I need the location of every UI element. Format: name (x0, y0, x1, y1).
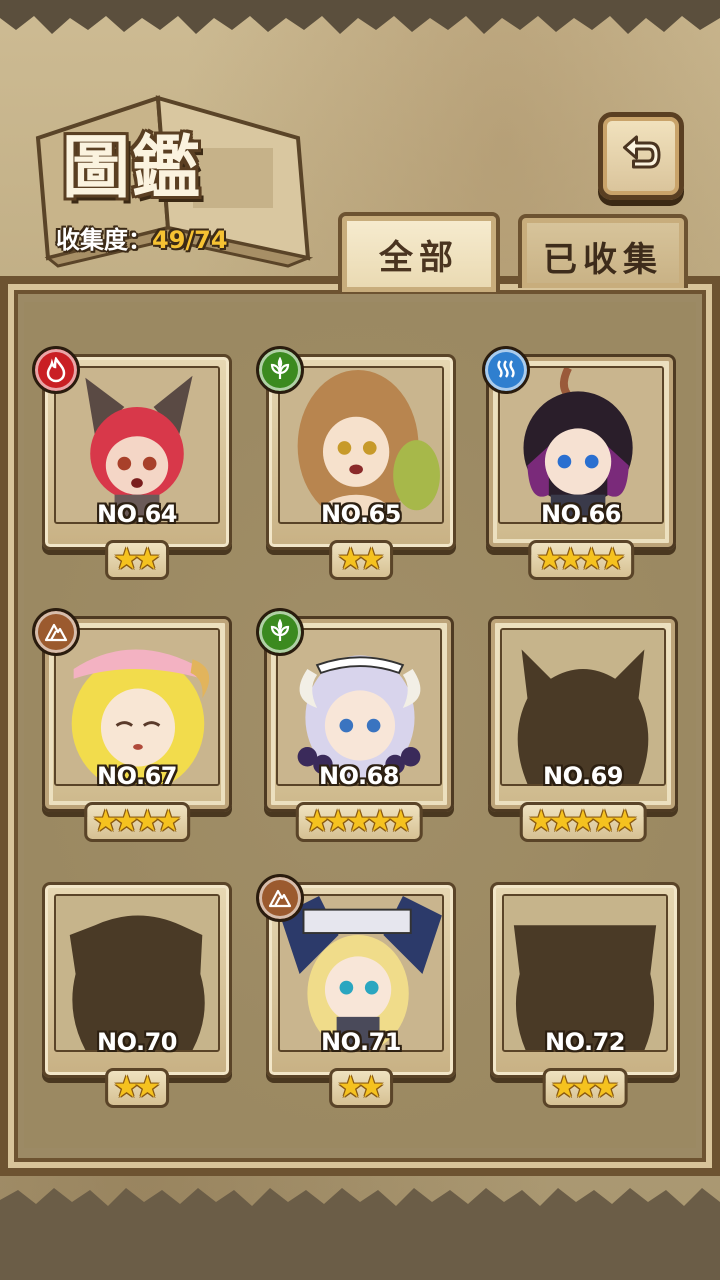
star-icon: ★ (611, 804, 639, 839)
card-number: NO.64 (97, 500, 177, 528)
fire-icon (32, 346, 80, 394)
star-rating: ★ ★ (329, 1068, 393, 1108)
star-icon: ★ (154, 804, 182, 839)
star-rating: ★ ★ (105, 540, 169, 580)
star-rating: ★ ★ ★ ★ (84, 802, 190, 842)
card-number: NO.65 (321, 500, 401, 528)
star-rating: ★ ★ (329, 540, 393, 580)
card-number: NO.72 (545, 1028, 625, 1056)
tab-all[interactable]: 全部 (338, 212, 500, 292)
star-rating: ★ ★ ★ ★ ★ (295, 802, 423, 842)
card-number: NO.67 (97, 762, 177, 790)
star-icon: ★ (387, 804, 415, 839)
card-no-69[interactable]: NO.69 ★ ★ ★ ★ ★ (488, 616, 678, 842)
card-number: NO.71 (321, 1028, 401, 1056)
mountain-icon (32, 608, 80, 656)
back-button[interactable] (598, 112, 684, 200)
star-icon: ★ (592, 1070, 620, 1105)
tab-collected[interactable]: 已收集 (518, 214, 688, 288)
star-icon: ★ (134, 1070, 161, 1105)
card-number: NO.69 (543, 762, 623, 790)
leaf-icon (256, 608, 304, 656)
water-icon (482, 346, 530, 394)
star-rating: ★ ★ (105, 1068, 169, 1108)
torn-paper-top (0, 0, 720, 34)
star-rating: ★ ★ ★ ★ (528, 540, 634, 580)
collection-count: 49/74 (152, 226, 228, 254)
card-no-70[interactable]: NO.70 ★ ★ (42, 882, 232, 1108)
collection-progress: 收集度：49/74 (56, 220, 228, 255)
star-icon: ★ (358, 1070, 385, 1105)
page-title: 圖鑑 (62, 128, 203, 208)
card-number: NO.70 (97, 1028, 177, 1056)
star-rating: ★ ★ ★ ★ ★ (519, 802, 647, 842)
star-icon: ★ (134, 542, 161, 577)
leaf-icon (256, 346, 304, 394)
star-icon: ★ (358, 542, 385, 577)
mountain-icon (256, 874, 304, 922)
star-icon: ★ (598, 542, 626, 577)
card-number: NO.66 (541, 500, 621, 528)
collection-label: 收集度： (56, 226, 152, 254)
torn-paper-bottom (0, 1188, 720, 1280)
card-number: NO.68 (319, 762, 399, 790)
card-no-72[interactable]: NO.72 ★ ★ ★ (490, 882, 680, 1108)
back-arrow-icon (623, 135, 661, 169)
star-rating: ★ ★ ★ (542, 1068, 628, 1108)
